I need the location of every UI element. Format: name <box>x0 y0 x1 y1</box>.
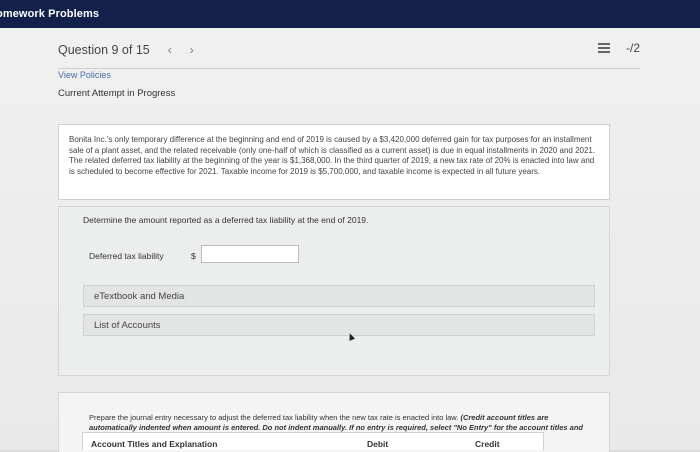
question-score: -/2 <box>625 41 640 55</box>
question-page: Question 9 of 15 ‹ › -/2 View Policies C… <box>0 28 700 452</box>
part-1-card: Determine the amount reported as a defer… <box>58 206 610 376</box>
top-bar: omework Problems <box>0 0 700 28</box>
prev-question-icon[interactable]: ‹ <box>168 43 172 57</box>
header-debit: Debit <box>367 439 389 449</box>
header-account-titles: Account Titles and Explanation <box>91 439 218 449</box>
deferred-tax-liability-input[interactable] <box>201 245 299 263</box>
view-policies-link[interactable]: View Policies <box>58 70 111 80</box>
part-2-text: Prepare the journal entry necessary to a… <box>89 413 459 422</box>
part-1-instruction: Determine the amount reported as a defer… <box>83 215 369 225</box>
etextbook-media-button[interactable]: eTextbook and Media <box>83 285 595 307</box>
header-divider <box>58 68 640 69</box>
deferred-tax-liability-label: Deferred tax liability <box>89 251 164 261</box>
attempt-status: Current Attempt in Progress <box>58 88 176 99</box>
app-title: omework Problems <box>0 8 100 20</box>
header-credit: Credit <box>475 439 500 449</box>
question-header: Question 9 of 15 ‹ › <box>58 40 620 60</box>
journal-table-header: Account Titles and Explanation Debit Cre… <box>82 432 544 450</box>
question-nav: ‹ › <box>168 43 194 57</box>
question-list-icon[interactable] <box>598 43 610 53</box>
list-of-accounts-button[interactable]: List of Accounts <box>83 314 595 336</box>
question-counter: Question 9 of 15 <box>58 43 150 57</box>
next-question-icon[interactable]: › <box>190 43 194 57</box>
currency-symbol: $ <box>191 251 196 261</box>
problem-statement: Bonita Inc.'s only temporary difference … <box>58 124 610 200</box>
